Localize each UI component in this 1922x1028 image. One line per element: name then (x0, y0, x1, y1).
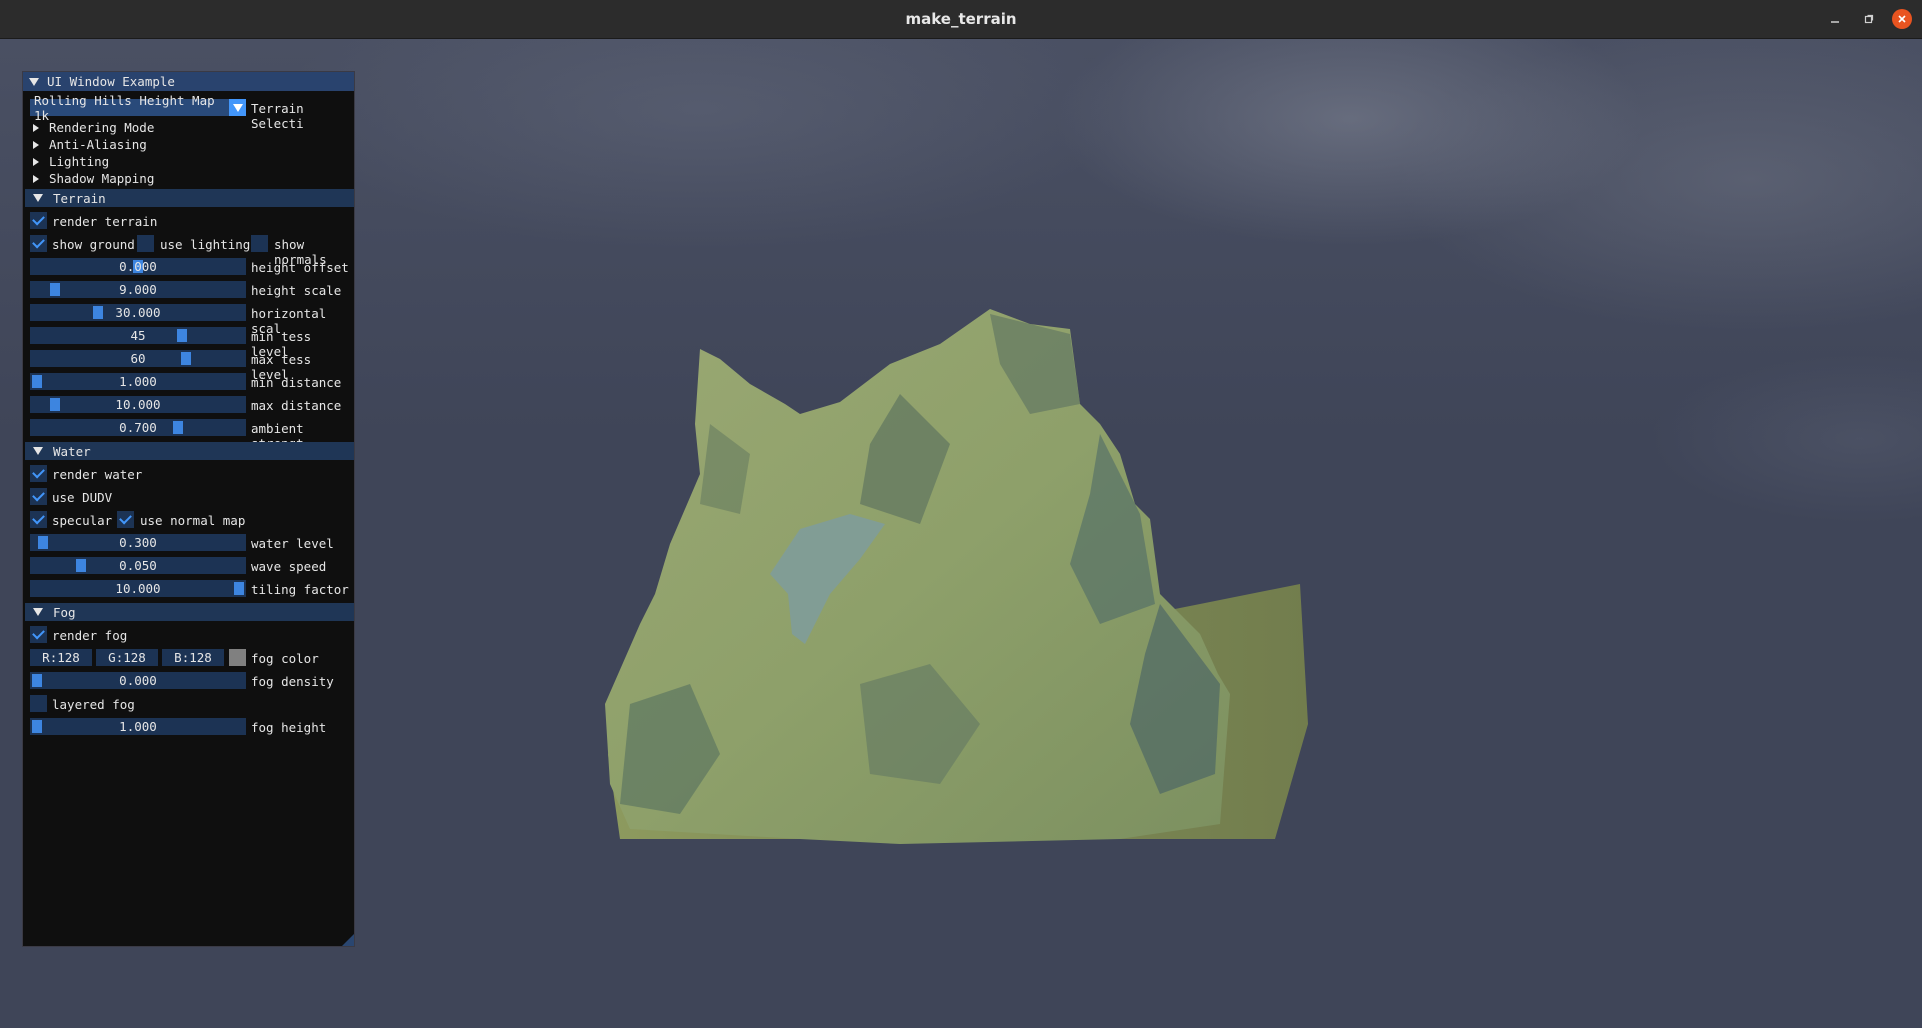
collapse-icon (33, 194, 43, 202)
slider-value: 30.000 (115, 305, 161, 320)
fog-section-header[interactable]: Fog (25, 603, 354, 621)
ui-window-title: UI Window Example (47, 74, 175, 89)
height-scale-slider[interactable]: 9.000 (30, 281, 246, 298)
render-fog-checkbox[interactable] (30, 626, 47, 643)
horizontal-scale-slider[interactable]: 30.000 (30, 304, 246, 321)
slider-value: 1.000 (119, 719, 157, 734)
tree-node-shadow-mapping[interactable]: Shadow Mapping (33, 171, 154, 186)
slider-value: 0.000 (119, 673, 157, 688)
slider-value: 0.000 (119, 259, 157, 274)
terrain-section-header[interactable]: Terrain (25, 189, 354, 207)
height-scale-label: height scale (251, 283, 342, 298)
specular-checkbox[interactable] (30, 511, 47, 528)
height-offset-label: height offset (251, 260, 349, 275)
fog-color-r-input[interactable]: R:128 (30, 649, 92, 666)
wave-speed-slider[interactable]: 0.050 (30, 557, 246, 574)
fog-color-b-input[interactable]: B:128 (162, 649, 224, 666)
render-water-checkbox[interactable] (30, 465, 47, 482)
max-tess-level-slider[interactable]: 60 (30, 350, 246, 367)
min-distance-slider[interactable]: 1.000 (30, 373, 246, 390)
terrain-render (605, 309, 1308, 844)
slider-value: 10.000 (115, 397, 161, 412)
specular-label: specular (52, 513, 113, 528)
ui-window-title-bar[interactable]: UI Window Example (23, 72, 354, 91)
layered-fog-checkbox[interactable] (30, 695, 47, 712)
terrain-select-label: Terrain Selecti (251, 101, 304, 131)
render-terrain-checkbox[interactable] (30, 212, 47, 229)
slider-value: 45 (130, 328, 146, 343)
expand-icon (33, 123, 39, 132)
fog-section-title: Fog (53, 604, 76, 620)
water-level-label: water level (251, 536, 334, 551)
tree-node-label: Lighting (49, 154, 110, 169)
wave-speed-label: wave speed (251, 559, 327, 574)
minimize-icon[interactable] (1825, 9, 1845, 29)
use-dudv-checkbox[interactable] (30, 488, 47, 505)
tree-node-rendering-mode[interactable]: Rendering Mode (33, 120, 154, 135)
terrain-section-title: Terrain (53, 190, 106, 206)
tree-node-label: Shadow Mapping (49, 171, 155, 186)
min-distance-label: min distance (251, 375, 342, 390)
terrain-select-value: Rolling Hills Height Map 1k (34, 92, 215, 123)
slider-value: 9.000 (119, 282, 157, 297)
expand-icon (33, 140, 39, 149)
window-title: make_terrain (905, 10, 1017, 28)
max-distance-slider[interactable]: 10.000 (30, 396, 246, 413)
show-ground-checkbox[interactable] (30, 235, 47, 252)
collapse-icon (33, 608, 43, 616)
render-fog-label: render fog (52, 628, 128, 643)
tree-node-anti-aliasing[interactable]: Anti-Aliasing (33, 137, 147, 152)
tiling-factor-slider[interactable]: 10.000 (30, 580, 246, 597)
tiling-factor-label: tiling factor (251, 582, 349, 597)
water-section-header[interactable]: Water (25, 442, 354, 460)
height-offset-slider[interactable]: 0.000 (30, 258, 246, 275)
expand-icon (33, 174, 39, 183)
show-ground-label: show ground (52, 237, 135, 252)
layered-fog-label: layered fog (52, 697, 135, 712)
collapse-icon (33, 447, 43, 455)
slider-value: 0.300 (119, 535, 157, 550)
terrain-select-combo[interactable]: Rolling Hills Height Map 1k (30, 93, 246, 123)
slider-value: 10.000 (115, 581, 161, 596)
use-lighting-checkbox[interactable] (137, 235, 154, 252)
collapse-icon[interactable] (29, 77, 39, 86)
fog-density-slider[interactable]: 0.000 (30, 672, 246, 689)
show-normals-checkbox[interactable] (251, 235, 268, 252)
use-dudv-label: use DUDV (52, 490, 113, 505)
use-normal-map-label: use normal map (140, 513, 246, 528)
fog-color-swatch[interactable] (229, 649, 246, 666)
slider-value: 60 (130, 351, 146, 366)
slider-value: 0.700 (119, 420, 157, 435)
min-tess-level-slider[interactable]: 45 (30, 327, 246, 344)
fog-color-g-input[interactable]: G:128 (96, 649, 158, 666)
expand-icon (33, 157, 39, 166)
slider-value: 0.050 (119, 558, 157, 573)
tree-node-lighting[interactable]: Lighting (33, 154, 109, 169)
use-lighting-label: use lighting (160, 237, 251, 252)
water-section-title: Water (53, 443, 91, 459)
restore-icon[interactable] (1859, 9, 1879, 29)
max-distance-label: max distance (251, 398, 342, 413)
resize-grip-icon[interactable] (342, 934, 354, 946)
fog-height-slider[interactable]: 1.000 (30, 718, 246, 735)
ambient-strength-slider[interactable]: 0.700 (30, 419, 246, 436)
window-title-bar: make_terrain (0, 0, 1922, 39)
water-level-slider[interactable]: 0.300 (30, 534, 246, 551)
slider-value: 1.000 (119, 374, 157, 389)
render-water-label: render water (52, 467, 143, 482)
tree-node-label: Anti-Aliasing (49, 137, 147, 152)
use-normal-map-checkbox[interactable] (117, 511, 134, 528)
ui-window[interactable]: UI Window Example Rolling Hills Height M… (22, 71, 355, 947)
tree-node-label: Rendering Mode (49, 120, 155, 135)
close-icon[interactable] (1892, 9, 1912, 29)
chevron-down-icon[interactable] (229, 99, 246, 116)
fog-height-label: fog height (251, 720, 327, 735)
fog-density-label: fog density (251, 674, 334, 689)
render-terrain-label: render terrain (52, 214, 158, 229)
fog-color-label: fog color (251, 651, 319, 666)
